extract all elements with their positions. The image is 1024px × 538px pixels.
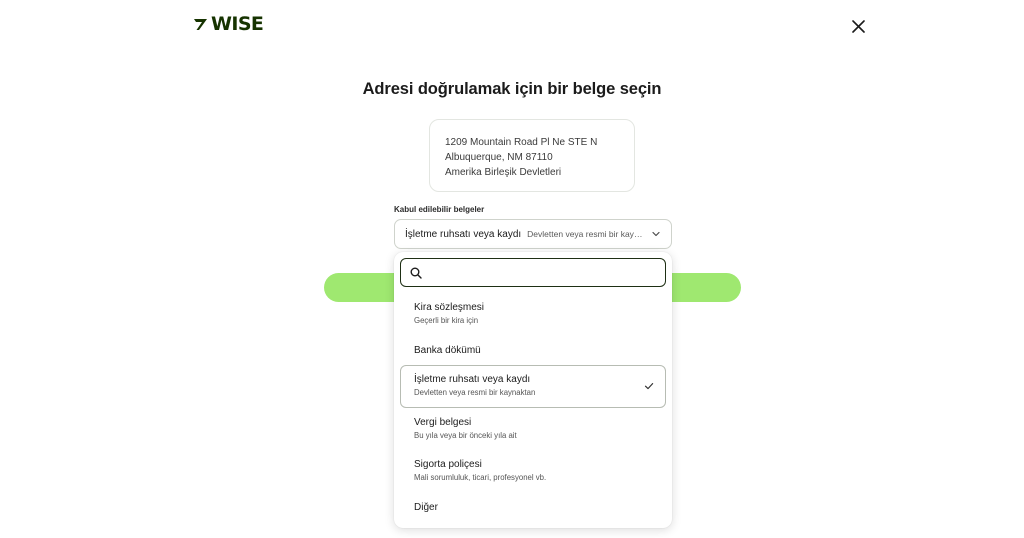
option-vergi-belgesi[interactable]: Vergi belgesi Bu yıla veya bir önceki yı…: [414, 416, 662, 441]
option-label: İşletme ruhsatı veya kaydı: [414, 374, 531, 385]
close-icon: [851, 19, 865, 33]
option-description: Geçerli bir kira için: [414, 316, 479, 325]
address-line-2: Albuquerque, NM 87110: [445, 152, 553, 163]
option-sigorta-policesi[interactable]: Sigorta poliçesi Mali sorumluluk, ticari…: [414, 458, 662, 483]
option-label: Diğer: [414, 502, 438, 513]
page-title: Adresi doğrulamak için bir belge seçin: [362, 80, 662, 98]
address-line-3: Amerika Birleşik Devletleri: [445, 167, 562, 178]
option-description: Devletten veya resmi bir kaynaktan: [414, 388, 536, 397]
option-banka-dokumu[interactable]: Banka dökümü: [414, 344, 662, 357]
address-line-1: 1209 Mountain Road Pl Ne STE N: [445, 137, 598, 148]
document-dropdown: Kira sözleşmesi Geçerli bir kira için Ba…: [394, 252, 672, 528]
select-value: İşletme ruhsatı veya kaydı: [405, 228, 522, 240]
option-isletme-ruhsati[interactable]: İşletme ruhsatı veya kaydı Devletten vey…: [400, 365, 666, 408]
chevron-down-icon: [652, 231, 660, 237]
option-diger[interactable]: Diğer: [414, 501, 662, 514]
brand-name: WISE: [211, 12, 264, 35]
option-label: Sigorta poliçesi: [414, 459, 482, 470]
address-card: 1209 Mountain Road Pl Ne STE N Albuquerq…: [429, 119, 635, 192]
check-icon: [644, 383, 654, 390]
search-icon: [410, 267, 422, 279]
option-label: Vergi belgesi: [414, 417, 472, 428]
option-kira-sozlesmesi[interactable]: Kira sözleşmesi Geçerli bir kira için: [414, 301, 662, 326]
wise-flag-icon: [194, 19, 207, 30]
documents-label: Kabul edilebilir belgeler: [394, 205, 485, 214]
option-label: Kira sözleşmesi: [414, 302, 485, 313]
option-label: Banka dökümü: [414, 345, 481, 356]
document-select[interactable]: İşletme ruhsatı veya kaydı Devletten vey…: [394, 219, 672, 249]
close-button[interactable]: [849, 17, 867, 35]
option-description: Bu yıla veya bir önceki yıla ait: [414, 431, 517, 440]
search-input[interactable]: [428, 266, 665, 279]
search-box[interactable]: [400, 258, 666, 287]
wise-logo[interactable]: WISE: [193, 11, 264, 37]
select-description: Devletten veya resmi bir kaynaktan: [527, 229, 645, 239]
option-description: Mali sorumluluk, ticari, profesyonel vb.: [414, 473, 547, 482]
